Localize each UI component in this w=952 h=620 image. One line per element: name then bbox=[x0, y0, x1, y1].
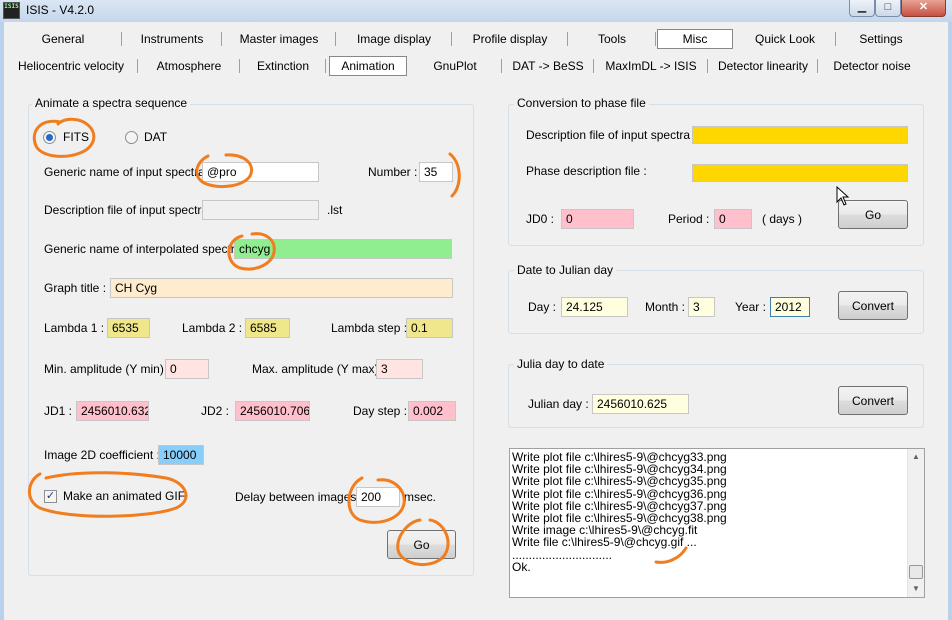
dat-radio-label: DAT bbox=[144, 130, 168, 144]
tab-gnuplot[interactable]: GnuPlot bbox=[408, 55, 502, 77]
jd0-input[interactable]: 0 bbox=[561, 209, 634, 229]
delay-input[interactable]: 200 bbox=[356, 487, 400, 507]
tab-extinction[interactable]: Extinction bbox=[240, 55, 326, 77]
animated-gif-checkbox[interactable]: ✓ bbox=[44, 490, 57, 503]
phase-input-desc-field[interactable] bbox=[692, 126, 908, 144]
period-label: Period : bbox=[668, 212, 710, 226]
log-scrollbar[interactable]: ▲ ▼ bbox=[907, 449, 924, 597]
ymax-input[interactable]: 3 bbox=[376, 359, 423, 379]
number-label: Number : bbox=[368, 165, 418, 179]
phase-panel-title: Conversion to phase file bbox=[514, 96, 649, 110]
jd2-label: JD2 : bbox=[201, 404, 230, 418]
jd1-label: JD1 : bbox=[44, 404, 73, 418]
animate-go-button[interactable]: Go bbox=[387, 530, 456, 559]
mouse-cursor-icon bbox=[836, 186, 850, 206]
tab-quick-look[interactable]: Quick Look bbox=[734, 28, 836, 50]
log-output[interactable]: Write plot file c:\lhires5-9\@chcyg33.pn… bbox=[509, 448, 925, 598]
date-convert-button[interactable]: Convert bbox=[838, 291, 908, 320]
month-input[interactable]: 3 bbox=[688, 297, 715, 317]
log-line: Write plot file c:\lhires5-9\@chcyg36.pn… bbox=[512, 486, 727, 501]
minimize-button[interactable]: ▁ bbox=[849, 0, 875, 17]
jd-convert-button[interactable]: Convert bbox=[838, 386, 908, 415]
tab-master-images[interactable]: Master images bbox=[222, 28, 336, 50]
delay-unit: msec. bbox=[404, 490, 437, 504]
title-bar[interactable]: ISIS ISIS - V4.2.0 ▁ □ ✕ bbox=[0, 0, 952, 22]
fits-radio-label: FITS bbox=[63, 130, 89, 144]
julian-day-input[interactable]: 2456010.625 bbox=[592, 394, 689, 414]
day-step-label: Day step : bbox=[353, 404, 408, 418]
generic-name-input[interactable]: @pro bbox=[202, 162, 319, 182]
tab-settings[interactable]: Settings bbox=[836, 28, 926, 50]
lambda-step-label: Lambda step : bbox=[331, 321, 408, 335]
scroll-thumb[interactable] bbox=[909, 565, 923, 579]
desc-file-label: Description file of input spectra : bbox=[44, 203, 215, 217]
day-step-input[interactable]: 0.002 bbox=[408, 401, 456, 421]
date-to-jd-title: Date to Julian day bbox=[514, 263, 617, 277]
lambda2-input[interactable]: 6585 bbox=[245, 318, 290, 338]
animate-panel-title: Animate a spectra sequence bbox=[32, 96, 191, 110]
number-input[interactable]: 35 bbox=[419, 162, 453, 182]
maximize-button[interactable]: □ bbox=[875, 0, 901, 17]
lambda2-label: Lambda 2 : bbox=[182, 321, 243, 335]
ymax-label: Max. amplitude (Y max) : bbox=[252, 362, 386, 376]
graph-title-label: Graph title : bbox=[44, 281, 107, 295]
log-line: Ok. bbox=[512, 559, 531, 574]
log-line: .............................. bbox=[512, 547, 613, 562]
tab-detector-noise[interactable]: Detector noise bbox=[818, 55, 926, 77]
period-unit: ( days ) bbox=[762, 212, 803, 226]
phase-desc-file-field[interactable] bbox=[692, 164, 908, 182]
desc-file-input[interactable] bbox=[202, 200, 319, 220]
window-title: ISIS - V4.2.0 bbox=[26, 3, 95, 17]
interp-name-input[interactable]: chcyg bbox=[234, 239, 452, 259]
tab-dat-to-bess[interactable]: DAT -> BeSS bbox=[502, 55, 594, 77]
tab-heliocentric-velocity[interactable]: Heliocentric velocity bbox=[4, 55, 138, 77]
month-label: Month : bbox=[645, 300, 686, 314]
log-lines: Write plot file c:\lhires5-9\@chcyg33.pn… bbox=[512, 451, 727, 573]
dat-radio[interactable] bbox=[125, 131, 138, 144]
desc-file-ext: .lst bbox=[327, 203, 343, 217]
log-line: Write file c:\lhires5-9\@chcyg.gif ... bbox=[512, 535, 697, 550]
lambda1-input[interactable]: 6535 bbox=[107, 318, 150, 338]
year-input[interactable]: 2012 bbox=[770, 297, 810, 317]
year-label: Year : bbox=[735, 300, 766, 314]
coef-label: Image 2D coefficient : bbox=[44, 448, 160, 462]
ymin-input[interactable]: 0 bbox=[165, 359, 209, 379]
period-input[interactable]: 0 bbox=[714, 209, 752, 229]
phase-desc-label: Description file of input spectra : bbox=[526, 128, 697, 142]
day-label: Day : bbox=[528, 300, 557, 314]
tab-maximdl-to-isis[interactable]: MaxImDL -> ISIS bbox=[594, 55, 708, 77]
app-icon: ISIS bbox=[3, 2, 20, 19]
close-button[interactable]: ✕ bbox=[901, 0, 946, 17]
coef-input[interactable]: 10000 bbox=[158, 445, 204, 465]
tab-detector-linearity[interactable]: Detector linearity bbox=[708, 55, 818, 77]
fits-radio[interactable] bbox=[43, 131, 56, 144]
phase-desc-file-label: Phase description file : bbox=[526, 164, 647, 178]
tab-profile-display[interactable]: Profile display bbox=[452, 28, 568, 50]
jd0-label: JD0 : bbox=[526, 212, 555, 226]
tab-instruments[interactable]: Instruments bbox=[122, 28, 222, 50]
tab-misc[interactable]: Misc bbox=[657, 29, 733, 49]
interp-name-label: Generic name of interpolated spectra : bbox=[44, 242, 249, 256]
tab-atmosphere[interactable]: Atmosphere bbox=[138, 55, 240, 77]
tab-image-display[interactable]: Image display bbox=[336, 28, 452, 50]
tab-general[interactable]: General bbox=[4, 28, 122, 50]
day-input[interactable]: 24.125 bbox=[561, 297, 628, 317]
lambda1-label: Lambda 1 : bbox=[44, 321, 105, 335]
ymin-label: Min. amplitude (Y min) : bbox=[44, 362, 171, 376]
log-line: Write plot file c:\lhires5-9\@chcyg35.pn… bbox=[512, 474, 727, 489]
graph-title-input[interactable]: CH Cyg bbox=[110, 278, 453, 298]
delay-label: Delay between images : bbox=[235, 490, 364, 504]
animated-gif-label: Make an animated GIF bbox=[63, 489, 186, 503]
scroll-down-icon[interactable]: ▼ bbox=[908, 581, 924, 597]
tab-animation[interactable]: Animation bbox=[329, 56, 407, 76]
jd-to-date-title: Julia day to date bbox=[514, 357, 608, 371]
jd2-input[interactable]: 2456010.706 bbox=[235, 401, 310, 421]
lambda-step-input[interactable]: 0.1 bbox=[406, 318, 453, 338]
tab-tools[interactable]: Tools bbox=[568, 28, 656, 50]
scroll-up-icon[interactable]: ▲ bbox=[908, 449, 924, 465]
jd1-input[interactable]: 2456010.632 bbox=[76, 401, 149, 421]
generic-name-label: Generic name of input spectra : bbox=[44, 165, 212, 179]
julian-day-label: Julian day : bbox=[528, 397, 589, 411]
